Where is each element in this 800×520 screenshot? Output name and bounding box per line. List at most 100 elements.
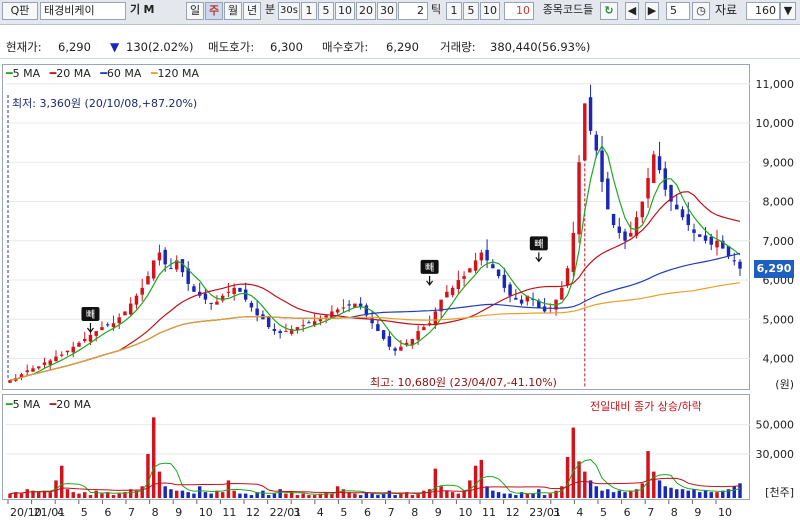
candle-body: [698, 234, 702, 237]
candle-body: [65, 350, 70, 353]
volume-bar: [594, 486, 599, 498]
candle-body: [249, 302, 254, 308]
x-tick-label: 12: [506, 506, 520, 519]
price-legend: ━5 MA ━20 MA ━60 MA ━120 MA: [6, 67, 200, 80]
volume-bar: [232, 490, 236, 498]
candle-body: [577, 162, 581, 235]
volume-bar: [266, 495, 271, 498]
candle-body: [169, 268, 173, 270]
candle-body: [623, 231, 627, 241]
volume-bar: [324, 492, 328, 498]
price-tick-label: 11,000: [756, 78, 795, 91]
x-tick-label: 7: [647, 506, 654, 519]
volume-bar: [65, 489, 70, 498]
volume-bar: [698, 492, 702, 498]
volume-bar: [370, 493, 374, 498]
volume-bar: [709, 492, 713, 498]
candle-body: [393, 348, 397, 351]
x-tick-label: 7: [388, 506, 395, 519]
candle-body: [272, 329, 277, 332]
volume-bar: [422, 490, 426, 498]
volume-bar: [307, 495, 311, 498]
volume-bar: [174, 490, 179, 498]
volume-bar: [485, 486, 489, 498]
candle-body: [519, 299, 524, 304]
volume-tick-label: 50,000: [756, 419, 795, 432]
x-tick-label: 4: [576, 506, 583, 519]
candle-body: [450, 287, 455, 296]
candle-body: [565, 268, 570, 286]
volume-bar: [111, 495, 116, 498]
volume-bar: [301, 493, 305, 498]
x-tick-label: 5: [340, 506, 347, 519]
volume-bar: [606, 489, 610, 498]
volume-bar: [243, 493, 248, 498]
volume-bar: [600, 490, 604, 498]
volume-bar: [410, 495, 415, 498]
volume-bar: [261, 490, 265, 498]
volume-bar: [433, 468, 438, 498]
candle-body: [376, 324, 380, 332]
x-tick-label: 8: [152, 506, 159, 519]
candle-body: [117, 317, 121, 324]
candle-body: [588, 97, 593, 131]
volume-bar: [675, 489, 679, 498]
volume-bar: [295, 495, 300, 498]
candle-body: [163, 249, 167, 265]
x-tick-label: 6: [104, 506, 111, 519]
price-tick-label: 4,000: [763, 353, 795, 366]
volume-bar: [617, 490, 622, 498]
volume-bar: [284, 493, 288, 498]
high-annotation: 최고: 10,680원 (23/04/07,-41.10%): [370, 376, 557, 389]
candle-body: [381, 330, 386, 339]
x-tick-label: 10: [458, 506, 472, 519]
event-arrow-icon: [535, 252, 543, 263]
price-tick-label: 10,000: [756, 117, 795, 130]
volume-bar: [37, 492, 41, 498]
candle-body: [324, 315, 328, 318]
candle-body: [335, 309, 340, 313]
x-tick-label: 5: [600, 506, 607, 519]
volume-bar: [8, 493, 12, 498]
volume-bar: [88, 495, 93, 498]
volume-bar: [220, 492, 225, 498]
volume-bar: [732, 486, 736, 498]
volume-bar: [399, 493, 403, 498]
candle-body: [134, 295, 139, 305]
current-price-badge: 6,290: [754, 260, 794, 278]
volume-bar: [657, 480, 662, 498]
volume-bar: [611, 492, 616, 498]
volume-bar: [588, 480, 593, 498]
candle-body: [157, 252, 162, 261]
price-unit-label: (원): [775, 378, 794, 391]
volume-bar: [565, 456, 570, 498]
price-tick-label: 7,000: [763, 235, 795, 248]
candle-body: [560, 287, 564, 300]
candle-body: [71, 346, 75, 353]
candle-body: [238, 287, 242, 292]
volume-note: 전일대비 종가 상승/하락: [590, 400, 702, 413]
legend-ma60: 60 MA: [106, 67, 142, 80]
candle-body: [657, 156, 662, 171]
candle-body: [709, 236, 713, 245]
low-annotation: 최저: 3,360원 (20/10/08,+87.20%): [12, 97, 198, 110]
candle-body: [88, 334, 93, 342]
candle-body: [640, 201, 645, 218]
volume-bar: [146, 454, 150, 498]
candle-body: [94, 331, 98, 336]
volume-bar: [48, 492, 52, 498]
volume-bar: [525, 493, 530, 498]
candle-body: [445, 291, 449, 298]
candle-body: [318, 319, 323, 322]
volume-bar: [169, 489, 173, 498]
candle-body: [255, 308, 259, 316]
volume-bar: [686, 490, 690, 498]
event-marker-label: 빼: [425, 262, 434, 274]
volume-bar: [157, 471, 162, 498]
candle-body: [387, 336, 392, 347]
volume-bar: [692, 489, 696, 498]
event-arrow-icon: [86, 322, 94, 333]
candle-body: [571, 232, 576, 272]
volume-bar: [312, 495, 317, 498]
candle-body: [42, 362, 47, 365]
